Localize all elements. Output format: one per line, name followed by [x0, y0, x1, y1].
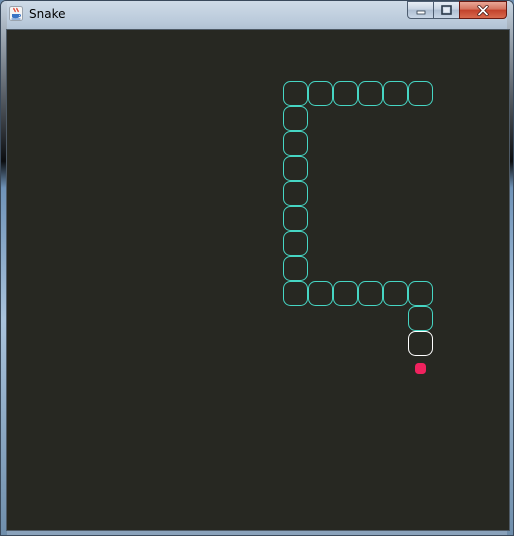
snake-segment: [283, 231, 308, 256]
snake-segment: [333, 81, 358, 106]
snake-segment: [383, 281, 408, 306]
snake-segment: [283, 181, 308, 206]
close-icon: [477, 4, 489, 16]
snake-segment: [408, 306, 433, 331]
snake-segment: [283, 206, 308, 231]
snake-segment: [308, 281, 333, 306]
close-button[interactable]: [459, 1, 507, 19]
minimize-icon: [416, 10, 425, 15]
maximize-button[interactable]: [433, 1, 460, 19]
window-title: Snake: [29, 7, 66, 21]
snake-segment: [308, 81, 333, 106]
snake-segment: [358, 281, 383, 306]
game-canvas: [283, 81, 433, 374]
food-pellet: [415, 363, 426, 374]
snake-segment: [333, 281, 358, 306]
snake-segment: [283, 131, 308, 156]
snake-segment: [408, 281, 433, 306]
snake-segment: [358, 81, 383, 106]
game-board[interactable]: [6, 29, 510, 531]
java-coffee-cup-icon[interactable]: [9, 6, 23, 21]
snake-segment: [283, 106, 308, 131]
snake-head: [408, 331, 433, 356]
maximize-icon: [441, 5, 452, 15]
snake-segment: [283, 156, 308, 181]
minimize-button[interactable]: [407, 1, 434, 19]
snake-segment: [283, 281, 308, 306]
snake-segment: [283, 81, 308, 106]
title-bar[interactable]: Snake: [1, 1, 513, 27]
snake-segment: [383, 81, 408, 106]
snake-segment: [283, 256, 308, 281]
snake-window: Snake: [0, 0, 514, 536]
snake-segment: [408, 81, 433, 106]
